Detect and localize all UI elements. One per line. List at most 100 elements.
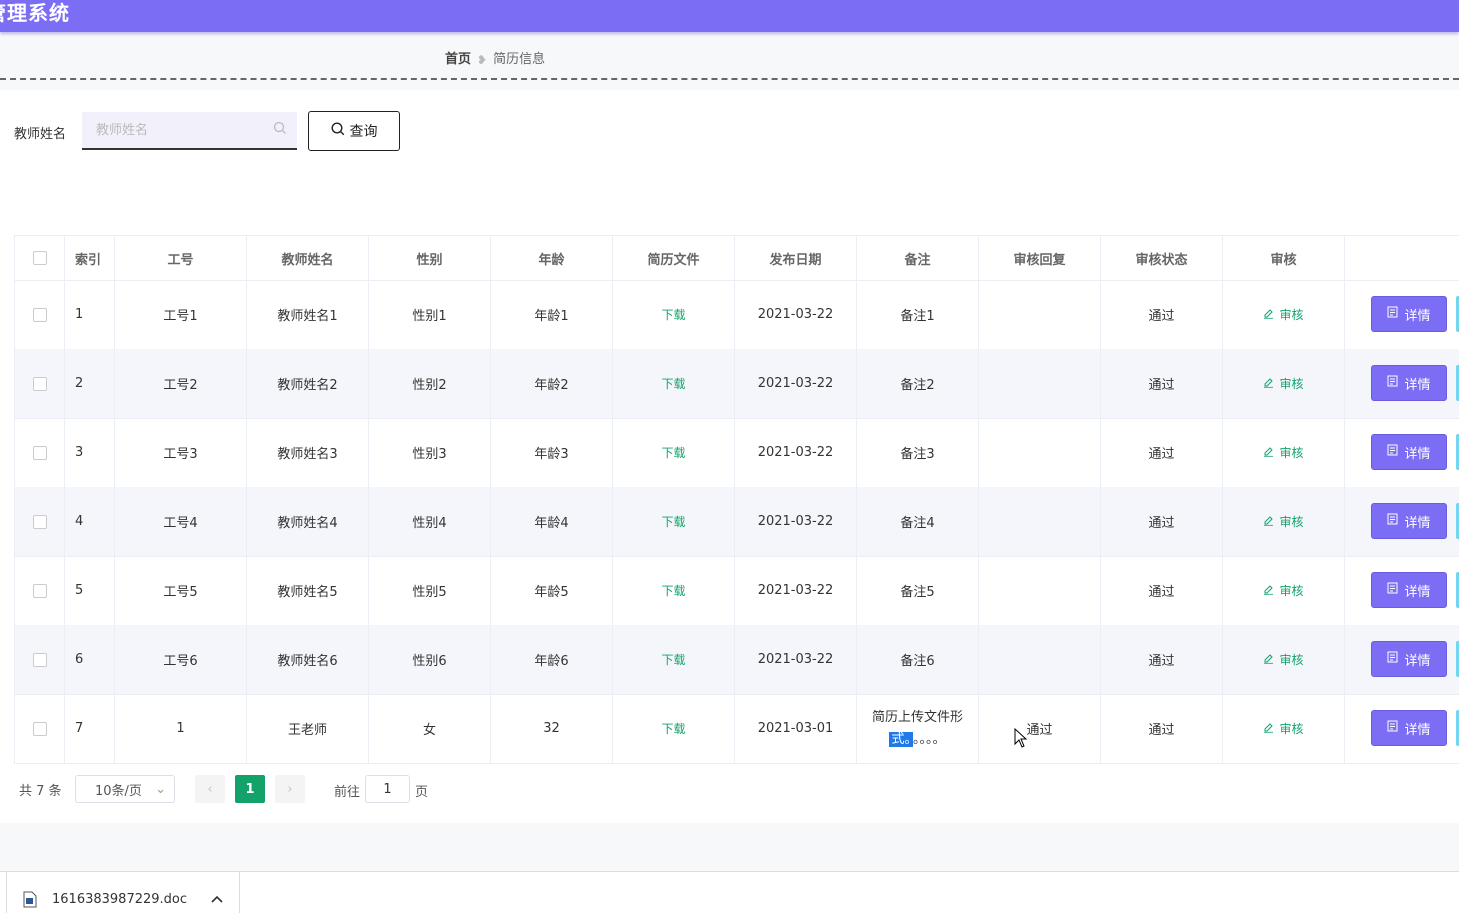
page-unit-label: 页 [415, 785, 429, 800]
cell-teacher-name-text: 王老师 [287, 723, 327, 738]
review-link-label: 审核 [1279, 653, 1304, 667]
review-link[interactable]: 审核 [1263, 444, 1304, 461]
review-link-label: 审核 [1279, 515, 1304, 529]
cell-index-text: 1 [75, 307, 84, 322]
resume-table: 索引 工号 教师姓名 性别 年龄 简历文件 发布日期 备注 审核回复 审核状态 … [14, 235, 1459, 764]
cell-age: 32 [491, 694, 613, 763]
chevron-up-icon[interactable] [211, 892, 223, 907]
download-link[interactable]: 下载 [661, 651, 685, 668]
next-page-button[interactable]: › [275, 775, 305, 803]
header-review: 审核 [1223, 236, 1345, 280]
cell-review-status: 通过 [1101, 487, 1223, 556]
cell-employee-no: 工号6 [115, 625, 247, 694]
detail-button[interactable]: 详情 [1371, 572, 1447, 608]
review-link[interactable]: 审核 [1263, 375, 1304, 392]
detail-button[interactable]: 详情 [1371, 296, 1447, 332]
document-icon [1387, 720, 1398, 736]
detail-button[interactable]: 详情 [1371, 641, 1447, 677]
review-link[interactable]: 审核 [1263, 651, 1304, 668]
detail-button[interactable]: 详情 [1371, 365, 1447, 401]
cell-employee-no: 工号2 [115, 349, 247, 418]
download-item[interactable]: 1616383987229.doc [6, 872, 240, 913]
row-checkbox[interactable] [32, 583, 47, 598]
download-link[interactable]: 下载 [661, 444, 685, 461]
cell-gender-text: 女 [422, 723, 436, 738]
download-link[interactable]: 下载 [661, 582, 685, 599]
cell-note-text: 备注1 [900, 309, 935, 324]
detail-button[interactable]: 详情 [1371, 434, 1447, 470]
review-link[interactable]: 审核 [1263, 306, 1304, 323]
table-row: 5 工号5 教师姓名5 性别5 年龄5 下载 2021-03-22 备注5 通过 审核 详情 [15, 556, 1459, 626]
download-link[interactable]: 下载 [661, 513, 685, 530]
search-icon [330, 122, 345, 140]
cell-review-status-text: 通过 [1148, 654, 1175, 669]
header-publish-date: 发布日期 [735, 236, 857, 280]
review-link[interactable]: 审核 [1263, 513, 1304, 530]
cell-review-reply [979, 349, 1101, 418]
download-link[interactable]: 下载 [661, 306, 685, 323]
cell-teacher-name: 教师姓名3 [247, 418, 369, 487]
download-bar: 1616383987229.doc [0, 871, 1459, 913]
review-link[interactable]: 审核 [1263, 582, 1304, 599]
header-age: 年龄 [491, 236, 613, 280]
cell-employee-no: 工号1 [115, 280, 247, 349]
cell-review-reply [979, 556, 1101, 625]
search-label: 教师姓名 [14, 127, 67, 142]
cell-review: 审核 [1223, 487, 1345, 556]
row-checkbox[interactable] [32, 514, 47, 529]
page-size-select[interactable]: 10条/页 ⌄ [75, 775, 175, 803]
table-row: 4 工号4 教师姓名4 性别4 年龄4 下载 2021-03-22 备注4 通过 审核 详情 [15, 487, 1459, 557]
cell-publish-date: 2021-03-22 [735, 487, 857, 556]
review-link[interactable]: 审核 [1263, 720, 1304, 737]
cell-publish-date: 2021-03-22 [735, 418, 857, 487]
cell-publish-date: 2021-03-22 [735, 349, 857, 418]
cell-age: 年龄2 [491, 349, 613, 418]
cell-resume-file: 下载 [613, 625, 735, 694]
cell-employee-no: 工号3 [115, 418, 247, 487]
row-checkbox[interactable] [32, 307, 47, 322]
cell-employee-no-text: 工号5 [163, 585, 198, 600]
cell-index-text: 3 [75, 445, 84, 460]
cell-gender-text: 性别2 [412, 378, 447, 393]
edit-icon [1263, 722, 1274, 736]
search-input[interactable] [82, 112, 268, 148]
table-row: 6 工号6 教师姓名6 性别6 年龄6 下载 2021-03-22 备注6 通过 审核 详情 [15, 625, 1459, 695]
cell-index-text: 6 [75, 652, 84, 667]
breadcrumb-home[interactable]: 首页 [445, 52, 471, 68]
cell-index-text: 5 [75, 583, 84, 598]
row-select-cell [15, 556, 65, 625]
row-checkbox[interactable] [32, 376, 47, 391]
cell-note-text: 备注2 [900, 378, 935, 393]
cell-teacher-name-text: 教师姓名5 [277, 585, 338, 600]
detail-button[interactable]: 详情 [1371, 503, 1447, 539]
cell-gender: 性别6 [369, 625, 491, 694]
query-button[interactable]: 查询 [308, 111, 400, 151]
row-checkbox[interactable] [32, 445, 47, 460]
cell-publish-date-text: 2021-03-22 [757, 445, 834, 460]
download-link[interactable]: 下载 [661, 720, 685, 737]
cell-note: 备注6 [857, 625, 979, 694]
main-content: 教师姓名 查询 索引 工号 教师姓名 性别 年龄 简历文件 发布日期 备注 审核… [0, 90, 1459, 823]
detail-button[interactable]: 详情 [1371, 710, 1447, 746]
row-select-cell [15, 694, 65, 763]
goto-page-input[interactable] [365, 775, 410, 803]
cell-resume-file: 下载 [613, 694, 735, 763]
select-all-checkbox[interactable] [32, 251, 47, 265]
cell-publish-date: 2021-03-22 [735, 625, 857, 694]
cell-resume-file: 下载 [613, 280, 735, 349]
row-checkbox[interactable] [32, 721, 47, 736]
download-link[interactable]: 下载 [661, 375, 685, 392]
cell-age: 年龄3 [491, 418, 613, 487]
prev-page-button[interactable]: ‹ [195, 775, 225, 803]
cell-employee-no-text: 工号2 [163, 378, 198, 393]
row-select-cell [15, 487, 65, 556]
app-title: 管理系统 [0, 1, 70, 25]
review-link-label: 审核 [1279, 584, 1304, 598]
cell-review-reply [979, 625, 1101, 694]
cell-review-status: 通过 [1101, 418, 1223, 487]
page-number-current[interactable]: 1 [235, 775, 265, 803]
cell-gender-text: 性别3 [412, 447, 447, 462]
row-checkbox[interactable] [32, 652, 47, 667]
cell-review-status-text: 通过 [1148, 309, 1175, 324]
cell-review-reply [979, 418, 1101, 487]
